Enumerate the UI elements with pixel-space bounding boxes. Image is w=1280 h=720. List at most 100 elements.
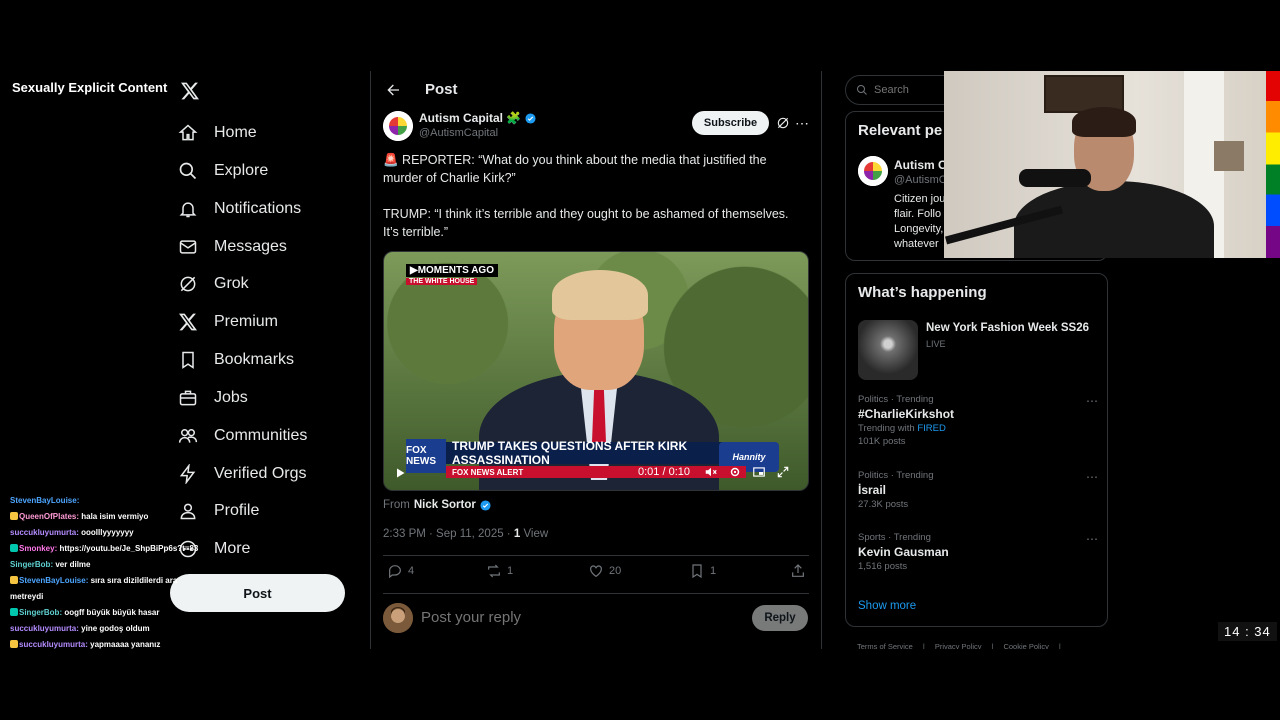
subscribe-button[interactable]: Subscribe [692,111,769,135]
user-avatar[interactable] [383,603,413,633]
sidebar-item-verified-orgs[interactable]: Verified Orgs [178,459,306,489]
chat-username[interactable]: StevenBayLouise: [10,496,79,505]
author-handle[interactable]: @AutismCapital [419,127,498,139]
main-column: Post Autism Capital 🧩 @AutismCapital Sub… [371,71,821,649]
trend-more-icon[interactable]: ⋯ [1086,470,1098,484]
sidebar-item-jobs[interactable]: Jobs [178,383,248,413]
trend-more-icon[interactable]: ⋯ [1086,532,1098,546]
sidebar-item-label: Communities [214,427,308,444]
chat-text: sıra sıra dizildilerdi ara [90,576,178,585]
chat-username[interactable]: SingerBob: [10,560,53,569]
tweet-actions: 4 1 20 1 [383,563,809,583]
like-action[interactable]: 20 [588,563,621,579]
sidebar-item-bookmarks[interactable]: Bookmarks [178,345,294,375]
sidebar-item-home[interactable]: Home [178,118,257,148]
sidebar-item-explore[interactable]: Explore [178,156,268,186]
screen-stage: Sexually Explicit Content Home Explore Not… [0,71,1280,649]
from-name[interactable]: Nick Sortor [414,499,476,511]
chat-username[interactable]: succukluyumurta: [10,624,79,633]
fullscreen-icon[interactable] [776,465,790,479]
grok-icon[interactable] [776,116,790,130]
sidebar-item-premium[interactable]: Premium [178,307,278,337]
reply-button[interactable]: Reply [752,605,808,631]
footer-link[interactable]: Privacy Policy [935,642,982,649]
trend-category: Politics · Trending [858,394,934,405]
chat-badge-icon [10,576,18,584]
trend-more-icon[interactable]: ⋯ [1086,394,1098,408]
stream-chat-overlay: StevenBayLouise: QueenOfPlates: hala isi… [10,493,250,649]
play-icon[interactable] [394,467,406,479]
featured-title[interactable]: New York Fashion Week SS26 [926,322,1089,334]
chat-username[interactable]: SingerBob: [19,608,62,617]
video-controls [704,465,790,479]
featured-thumbnail[interactable] [858,320,918,380]
bolt-icon [179,464,196,484]
trend-name[interactable]: #CharlieKirkshot [858,407,1098,421]
chat-message: succukluyumurta: yine godoş oldum [10,621,250,637]
verified-badge-icon [480,499,491,511]
video-time: 0:01 / 0:10 [638,466,690,478]
sidebar-item-communities[interactable]: Communities [178,421,307,451]
network-logo: FOX NEWS [406,439,446,473]
author-name[interactable]: Autism Capital 🧩 [419,111,536,125]
picture-in-picture-icon[interactable] [752,465,766,479]
trend-category: Sports · Trending [858,532,931,543]
trend-item[interactable]: Politics · Trending #CharlieKirkshot Trend… [858,394,1098,447]
chat-badge-icon [10,544,18,552]
tweet-timestamp[interactable]: 2:33 PM · Sep 11, 2025 · [383,528,514,540]
search-icon [857,85,867,95]
tweet-text: 🚨 REPORTER: “What do you think about the… [383,151,803,259]
sidebar-item-messages[interactable]: Messages [178,232,287,262]
trend-name[interactable]: İsrail [858,483,1098,497]
chat-username[interactable]: Smonkey: [19,544,57,553]
chat-username[interactable]: succukluyumurta: [19,640,88,649]
show-more-link[interactable]: Show more [858,600,916,612]
bookmark-count: 1 [710,565,717,577]
more-options-icon[interactable]: ⋯ [795,115,809,132]
volume-icon[interactable] [704,465,718,479]
bookmark-action[interactable]: 1 [689,563,716,579]
trend-extra-prefix: Trending with [858,423,918,434]
chat-text: https://youtu.be/Je_ShpBiPp6s?t=83 [59,544,199,553]
repost-action[interactable]: 1 [486,563,513,579]
sidebar-item-grok[interactable]: Grok [178,269,249,299]
bookmark-icon [692,564,702,579]
chat-username[interactable]: StevenBayLouise: [19,576,88,585]
reply-action[interactable]: 4 [387,563,414,579]
footer-link[interactable]: Terms of Service [857,642,913,649]
trend-related-link[interactable]: FIRED [917,423,946,434]
chat-message: StevenBayLouise: [10,493,250,509]
divider [383,593,809,594]
settings-gear-icon[interactable] [728,465,742,479]
chat-username[interactable]: QueenOfPlates: [19,512,79,521]
author-name-text[interactable]: Autism Capital 🧩 [419,111,521,125]
trend-name[interactable]: Kevin Gausman [858,545,1098,559]
tweet-paragraph-1: 🚨 REPORTER: “What do you think about the… [383,153,767,185]
sidebar-item-label: Jobs [214,389,248,406]
reply-input[interactable] [421,609,721,626]
trend-item[interactable]: Sports · Trending Kevin Gausman 1,516 post… [858,532,1098,572]
sidebar-item-label: Verified Orgs [214,465,307,482]
relevant-handle[interactable]: @AutismC [894,174,947,186]
back-arrow-icon[interactable] [385,82,401,98]
search-input[interactable] [874,84,954,96]
author-avatar[interactable] [383,111,413,141]
share-action[interactable] [790,563,806,579]
sidebar-item-label: Premium [214,313,279,330]
trend-item[interactable]: Politics · Trending İsrail 27.3K posts ⋯ [858,470,1098,510]
footer-separator: | [991,642,994,649]
chat-username[interactable]: succukluyumurta: [10,528,79,537]
sidebar-item-notifications[interactable]: Notifications [178,194,301,224]
tweet-video[interactable]: ▶MOMENTS AGO THE WHITE HOUSE FOX NEWS TR… [383,251,809,491]
trend-category: Politics · Trending [858,470,934,481]
stream-clock: 14 : 34 [1218,622,1277,641]
home-icon [178,124,198,141]
chat-badge-icon [10,640,18,648]
webcam-overlay [944,71,1266,258]
trend-extra: Trending with FIRED [858,423,1098,434]
x-logo-icon[interactable] [180,81,200,101]
relevant-avatar[interactable] [858,156,888,186]
people-icon [178,429,198,443]
sidebar-item-label: Explore [214,162,269,179]
footer-link[interactable]: Cookie Policy [1003,642,1048,649]
